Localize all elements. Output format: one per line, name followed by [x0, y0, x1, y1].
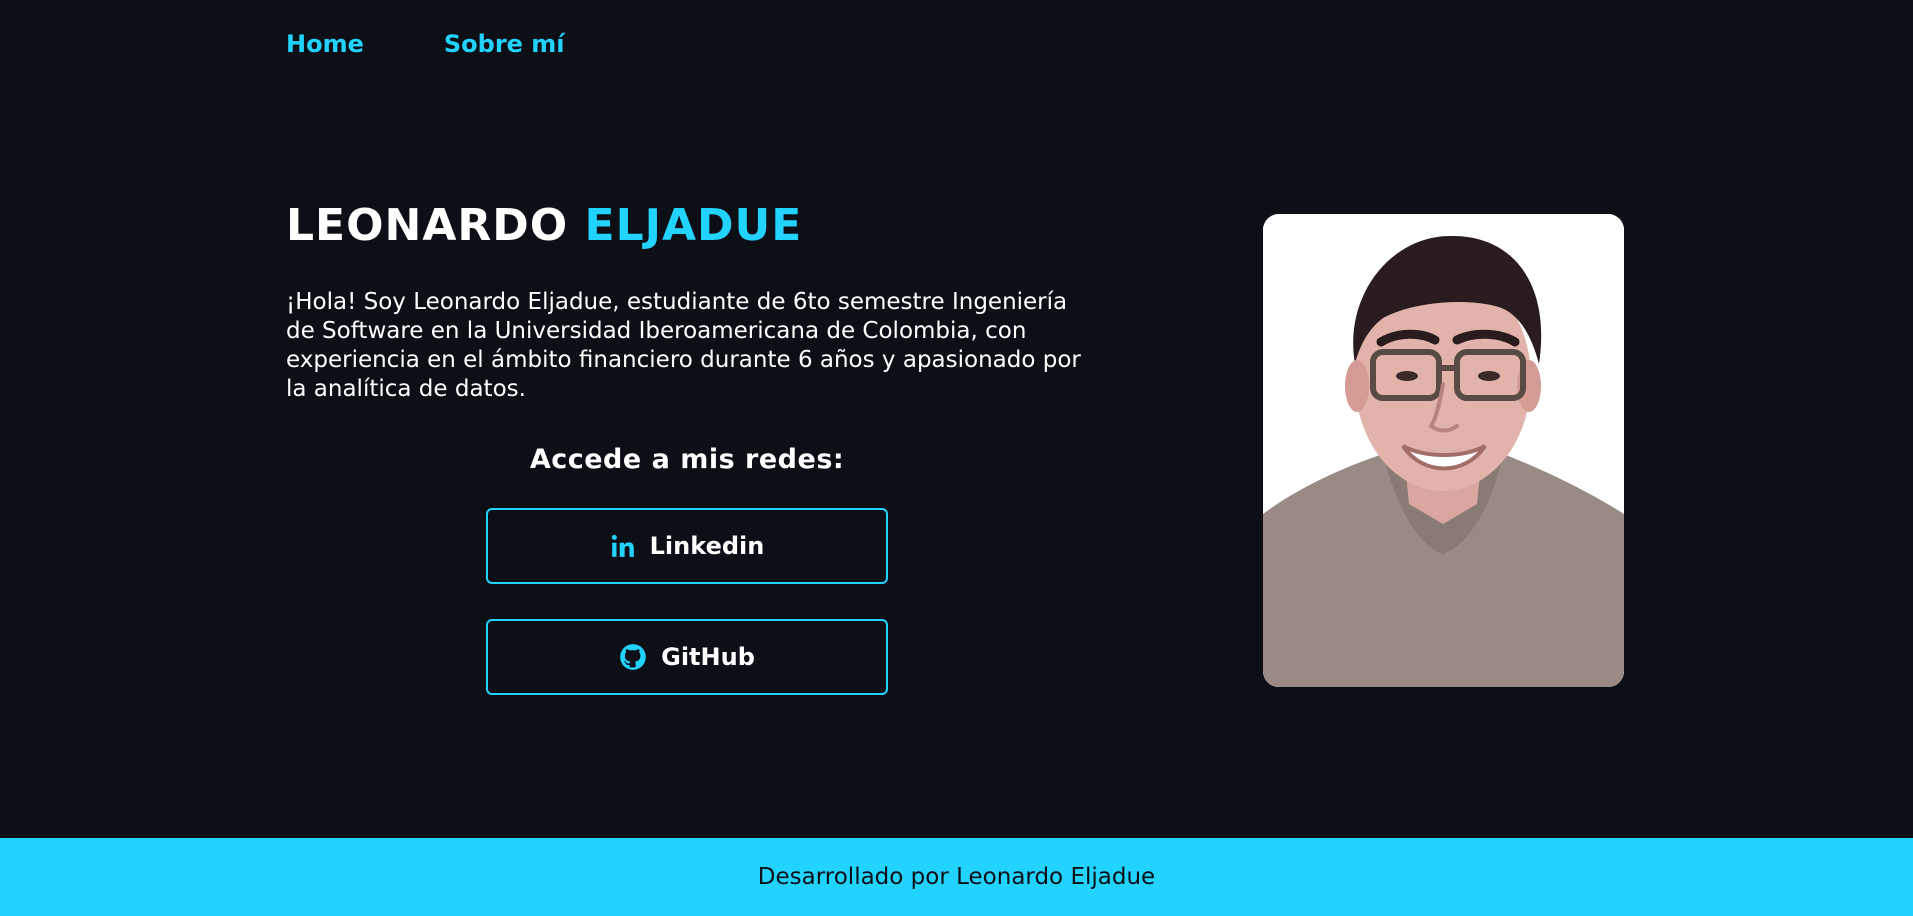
hero-name-first: LEONARDO [286, 200, 569, 251]
intro-paragraph: ¡Hola! Soy Leonardo Eljadue, estudiante … [286, 289, 1081, 402]
github-icon [619, 643, 647, 671]
social-heading: Accede a mis redes: [529, 444, 845, 475]
hero-name-last: ELJADUE [584, 200, 803, 251]
nav-about-link[interactable]: Sobre mí [444, 30, 565, 58]
linkedin-icon [610, 533, 636, 559]
github-button-label: GitHub [661, 643, 755, 671]
footer-text: Desarrollado por Leonardo Eljadue [757, 864, 1156, 890]
linkedin-button-label: Linkedin [649, 532, 765, 560]
profile-photo-illustration [1263, 214, 1624, 687]
hero-title: LEONARDO ELJADUE [286, 200, 802, 251]
github-button[interactable]: GitHub [486, 619, 888, 695]
top-nav: Home Sobre mí [286, 30, 565, 58]
profile-photo [1263, 214, 1624, 687]
footer: Desarrollado por Leonardo Eljadue [0, 838, 1913, 916]
nav-home-link[interactable]: Home [286, 30, 364, 58]
linkedin-button[interactable]: Linkedin [486, 508, 888, 584]
